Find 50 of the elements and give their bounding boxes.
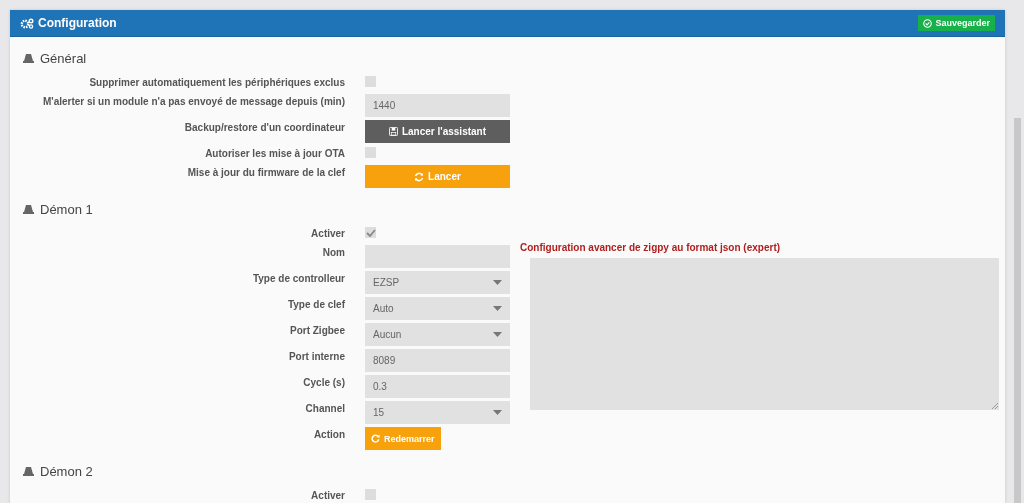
field-label: Cycle (s) (303, 376, 345, 388)
select-field[interactable]: EZSP (365, 271, 510, 294)
input-field[interactable]: 1440 (365, 94, 510, 117)
checkbox[interactable] (365, 227, 376, 238)
caret-icon (493, 410, 502, 415)
action-button[interactable]: Lancer l'assistant (365, 120, 510, 143)
section-title: Démon 1 (40, 201, 93, 217)
scrollbar[interactable] (1014, 118, 1021, 503)
field-label: Type de clef (287, 298, 345, 310)
field-label: Backup/restore d'un coordinateur (184, 121, 345, 133)
select-field[interactable]: Auto (365, 297, 510, 320)
gears-icon (20, 17, 34, 29)
section-title: Général (40, 50, 87, 66)
input-field[interactable] (365, 245, 510, 268)
save-button[interactable]: Sauvegarder (918, 15, 995, 31)
field-label: Mise à jour du firmware de la clef (187, 166, 345, 178)
device-icon (23, 204, 34, 214)
advanced-config-label: Configuration avancer de zigpy au format json (expert) (520, 242, 782, 255)
refresh-icon (414, 171, 425, 182)
json-textarea[interactable] (530, 258, 999, 410)
caret-icon (493, 332, 502, 337)
resize-grip-icon (992, 403, 998, 409)
field-label: Supprimer automatiquement les périphériques exclus (89, 76, 345, 88)
checkbox[interactable] (365, 489, 376, 500)
field-label: Port interne (288, 350, 345, 362)
rotate-icon (371, 434, 380, 443)
caret-icon (493, 306, 502, 311)
field-label: M'alerter si un module n'a pas envoyé de message depuis (min) (42, 95, 345, 107)
field-label: Autoriser les mise à jour OTA (205, 147, 345, 159)
select-field[interactable]: 15 (365, 401, 510, 424)
field-label: Channel (305, 402, 345, 414)
field-label: Type de controlleur (252, 272, 345, 284)
device-icon (23, 466, 34, 476)
checkbox[interactable] (365, 76, 376, 87)
field-label: Activer (311, 227, 345, 239)
check-icon (365, 228, 376, 237)
input-field[interactable]: 8089 (365, 349, 510, 372)
field-label: Activer (311, 489, 345, 501)
save-icon (388, 127, 398, 136)
device-icon (23, 53, 34, 63)
check-circle-icon (923, 18, 933, 28)
checkbox[interactable] (365, 147, 376, 158)
caret-icon (493, 280, 502, 285)
field-label: Port Zigbee (290, 324, 345, 336)
select-field[interactable]: Aucun (365, 323, 510, 346)
panel-title: Configuration (20, 16, 117, 30)
input-field[interactable]: 0.3 (365, 375, 510, 398)
field-label: Action (313, 428, 345, 440)
section-title: Démon 2 (40, 463, 93, 479)
field-label: Nom (322, 246, 345, 258)
